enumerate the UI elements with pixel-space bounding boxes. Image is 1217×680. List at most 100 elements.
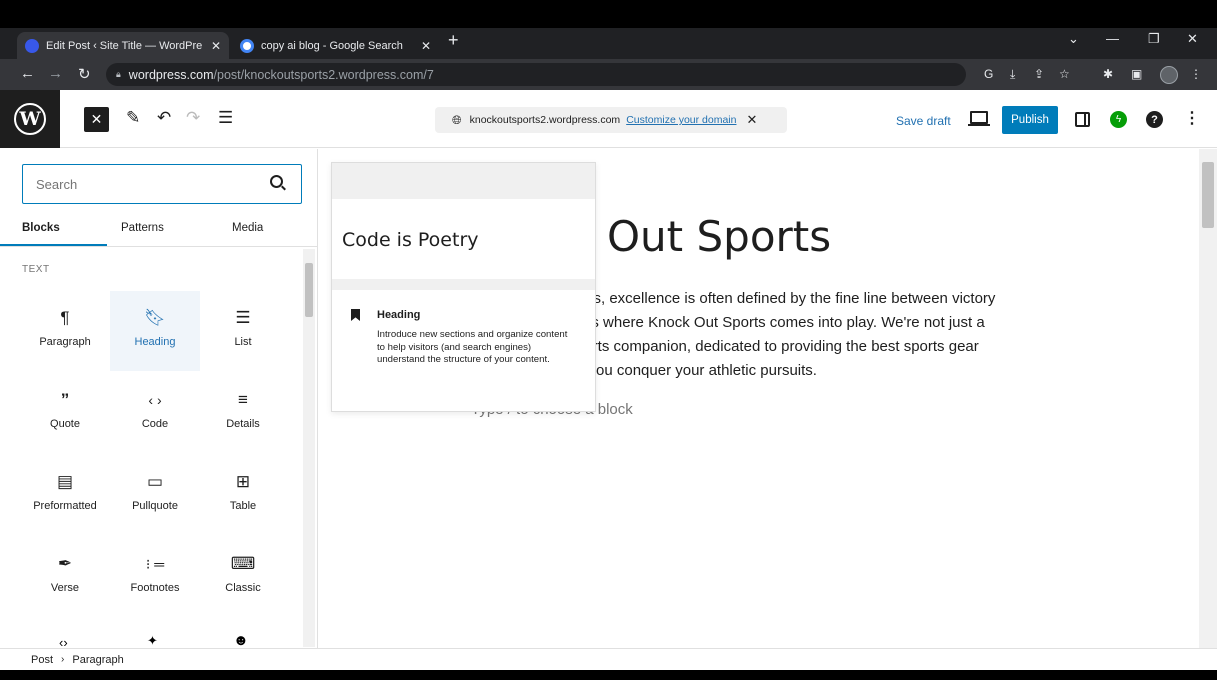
details-icon: ≡ <box>238 390 248 409</box>
new-tab-plus-icon[interactable]: + <box>448 30 459 51</box>
preformatted-icon: ▤ <box>56 472 74 491</box>
block-verse[interactable]: ✒ Verse <box>20 537 110 617</box>
tab-media[interactable]: Media <box>232 222 263 234</box>
post-title[interactable]: Out Sports <box>607 212 831 261</box>
share-icon[interactable]: ⇪ <box>1034 67 1044 81</box>
browser-tab-google-search[interactable]: copy ai blog - Google Search ✕ <box>232 32 439 59</box>
tools-pencil-icon[interactable]: ✎ <box>126 108 140 128</box>
block-footnotes[interactable]: ⁝ ═ Footnotes <box>110 537 200 617</box>
block-paragraph[interactable]: ¶ Paragraph <box>20 291 110 371</box>
block-label: Classic <box>225 582 261 594</box>
pullquote-icon: ▭ <box>146 472 164 491</box>
url-path: /post/knockoutsports2.wordpress.com/7 <box>213 67 434 82</box>
block-preformatted[interactable]: ▤ Preformatted <box>20 455 110 535</box>
profile-avatar[interactable] <box>1160 66 1178 84</box>
block-heading[interactable]: 🔖︎ Heading <box>110 291 200 371</box>
block-search-input[interactable]: Search <box>22 164 302 204</box>
customize-domain-link[interactable]: Customize your domain <box>626 114 736 126</box>
close-window-icon[interactable]: ✕ <box>1187 31 1198 47</box>
url-host: wordpress.com <box>128 67 214 82</box>
side-panel-icon[interactable]: ▣ <box>1131 67 1142 81</box>
bookmark-icon: 🔖︎ <box>144 308 166 327</box>
settings-sidebar-icon[interactable] <box>1075 112 1090 127</box>
tab-patterns[interactable]: Patterns <box>121 222 164 234</box>
redo-icon[interactable]: ↷ <box>186 108 200 128</box>
lock-icon: 🔒︎ <box>116 69 121 79</box>
bookmark-star-icon[interactable]: ☆ <box>1059 67 1070 81</box>
extensions-puzzle-icon[interactable]: ✱ <box>1103 67 1113 81</box>
block-label: Details <box>226 418 260 430</box>
paragraph-line[interactable]: p you conquer your athletic pursuits. <box>576 362 817 379</box>
google-favicon-icon <box>240 38 254 53</box>
list-icon: ☰ <box>235 308 251 327</box>
table-icon: ⊞ <box>235 472 251 491</box>
block-preview-popover: Code is Poetry Heading Introduce new sec… <box>331 162 596 412</box>
footnotes-icon: ⁝ ═ <box>145 555 165 572</box>
browser-tab-strip: Edit Post ‹ Site Title — WordPre ✕ copy … <box>0 28 1217 59</box>
chevron-right-icon: › <box>61 654 65 665</box>
block-pullquote[interactable]: ▭ Pullquote <box>110 455 200 535</box>
block-inserter-panel: Search Blocks Patterns Media TEXT ¶ Para… <box>0 149 318 650</box>
wordpress-editor: W ✕ ✎ ↶ ↷ ☰ 🌐︎ knockoutsports2.wordpress… <box>0 90 1217 670</box>
scrollbar-thumb[interactable] <box>305 263 313 317</box>
block-list[interactable]: ☰ List <box>198 291 288 371</box>
close-tab-icon[interactable]: ✕ <box>211 39 221 53</box>
block-code[interactable]: ‹ › Code <box>110 373 200 453</box>
breadcrumb-paragraph[interactable]: Paragraph <box>72 654 123 666</box>
keyboard-icon: ⌨ <box>230 554 256 573</box>
block-label: Table <box>229 500 257 512</box>
preview-divider <box>332 279 595 290</box>
google-extension-icon[interactable]: G <box>984 67 993 81</box>
restore-icon[interactable]: ❐ <box>1148 31 1160 47</box>
paragraph-line[interactable]: at's where Knock Out Sports comes into p… <box>576 314 985 331</box>
scrollbar-thumb[interactable] <box>1202 162 1214 228</box>
minimize-icon[interactable]: — <box>1106 31 1119 46</box>
publish-button[interactable]: Publish <box>1002 106 1058 134</box>
block-label: Footnotes <box>130 582 180 594</box>
block-quote[interactable]: ” Quote <box>20 373 110 453</box>
forward-arrow-icon[interactable]: → <box>48 65 63 82</box>
site-url: knockoutsports2.wordpress.com <box>469 114 621 126</box>
wordpress-logo-icon[interactable]: W <box>0 90 60 148</box>
browser-tab-edit-post[interactable]: Edit Post ‹ Site Title — WordPre ✕ <box>17 32 229 59</box>
canvas-scrollbar[interactable] <box>1199 149 1217 648</box>
search-placeholder: Search <box>36 176 78 192</box>
dismiss-url-bar-icon[interactable]: ✕ <box>746 112 757 128</box>
tab-blocks[interactable]: Blocks <box>22 222 60 234</box>
code-icon: ‹ › <box>148 392 162 408</box>
address-bar[interactable]: 🔒︎ wordpress.com /post/knockoutsports2.w… <box>106 63 966 86</box>
paragraph-line[interactable]: ports companion, dedicated to providing … <box>576 338 979 355</box>
undo-icon[interactable]: ↶ <box>157 108 171 128</box>
preview-band <box>332 163 595 199</box>
sparkle-icon: ✦ <box>147 633 158 648</box>
tab-search-chevron-icon[interactable]: ⌄ <box>1068 31 1079 47</box>
browser-toolbar: ← → ↻ 🔒︎ wordpress.com /post/knockoutspo… <box>0 59 1217 90</box>
reload-icon[interactable]: ↻ <box>78 65 91 83</box>
close-inserter-button[interactable]: ✕ <box>84 107 109 132</box>
editor-header: W ✕ ✎ ↶ ↷ ☰ 🌐︎ knockoutsports2.wordpress… <box>0 90 1217 148</box>
options-menu-icon[interactable]: ⋮ <box>1184 108 1200 128</box>
close-tab-icon[interactable]: ✕ <box>421 39 431 53</box>
back-arrow-icon[interactable]: ← <box>20 65 35 82</box>
download-icon[interactable]: ⤓ <box>1010 67 1015 82</box>
jetpack-icon[interactable]: ϟ <box>1110 111 1127 128</box>
preview-block-description: Introduce new sections and organize cont… <box>377 329 568 365</box>
preview-laptop-icon[interactable] <box>968 111 990 126</box>
block-details[interactable]: ≡ Details <box>198 373 288 453</box>
save-draft-button[interactable]: Save draft <box>896 114 951 128</box>
block-label: Verse <box>50 582 80 594</box>
tab-title: copy ai blog - Google Search <box>261 39 403 52</box>
inserter-scrollbar[interactable] <box>303 249 315 647</box>
block-label: Heading <box>134 336 176 348</box>
document-overview-icon[interactable]: ☰ <box>218 108 233 128</box>
help-icon[interactable]: ? <box>1146 111 1163 128</box>
block-classic[interactable]: ⌨ Classic <box>198 537 288 617</box>
block-table[interactable]: ⊞ Table <box>198 455 288 535</box>
robot-icon: ☻ <box>233 632 249 649</box>
search-icon <box>270 175 283 188</box>
block-label: Paragraph <box>39 336 91 348</box>
paragraph-icon: ¶ <box>60 308 70 327</box>
browser-menu-icon[interactable]: ⋮ <box>1190 67 1202 81</box>
breadcrumb-post[interactable]: Post <box>31 654 53 666</box>
paragraph-line[interactable]: orts, excellence is often defined by the… <box>576 290 995 307</box>
